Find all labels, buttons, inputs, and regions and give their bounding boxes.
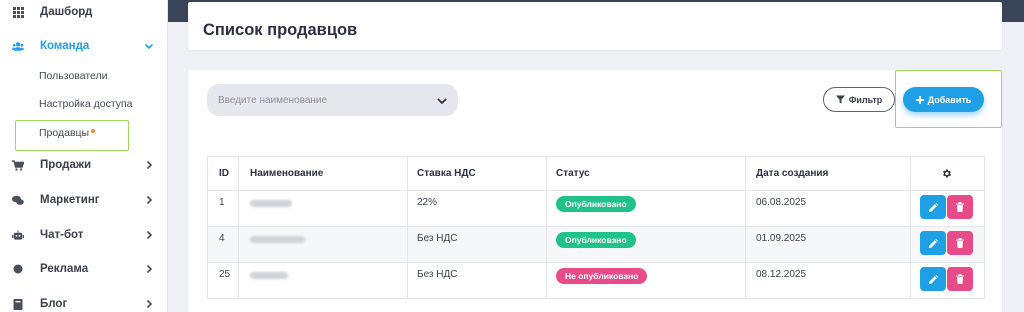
book-icon: [12, 298, 24, 310]
cell-id: 25: [219, 269, 231, 280]
search-select[interactable]: Введите наименование: [207, 84, 458, 116]
circle-icon: [12, 263, 24, 275]
chat-bubbles-icon: [12, 194, 24, 206]
cell-vat: Без НДС: [417, 233, 458, 244]
nav-label-marketing: Маркетинг: [40, 194, 100, 206]
cell-created: 06.08.2025: [756, 197, 807, 208]
nav-label-blog: Блог: [40, 298, 68, 310]
edit-button[interactable]: [920, 231, 946, 255]
nav-label-sales: Продажи: [40, 159, 92, 171]
search-placeholder: Введите наименование: [218, 94, 328, 106]
subnav-item-users[interactable]: Пользователи: [39, 70, 108, 82]
filter-icon: [835, 91, 845, 109]
nav-label-chatbot: Чат-бот: [40, 229, 84, 241]
nav-label-ads: Реклама: [40, 263, 89, 275]
page-header-card: Список продавцов: [188, 2, 1002, 50]
column-header-status: Статус: [556, 168, 590, 179]
nav-item-ads[interactable]: Реклама: [0, 252, 168, 286]
nav-item-dashboard[interactable]: Дашборд: [0, 0, 168, 29]
cell-vat: Без НДС: [417, 269, 458, 280]
page-title: Список продавцов: [203, 21, 358, 39]
add-button-label: Добавить: [927, 94, 972, 105]
delete-button[interactable]: [947, 195, 973, 219]
filter-button[interactable]: Фильтр: [823, 87, 895, 112]
chevron-right-icon: [144, 160, 154, 170]
active-dot-indicator: [91, 129, 95, 133]
status-badge: Опубликовано: [556, 196, 636, 212]
column-header-id: ID: [219, 168, 229, 179]
nav-item-marketing[interactable]: Маркетинг: [0, 183, 168, 217]
chevron-right-icon: [144, 230, 154, 240]
nav-item-sales[interactable]: Продажи: [0, 148, 168, 182]
add-button[interactable]: Добавить: [903, 87, 984, 112]
robot-icon: [12, 229, 24, 241]
chevron-right-icon: [144, 299, 154, 309]
status-badge: Опубликовано: [556, 232, 636, 248]
cell-name-redacted: [250, 227, 305, 262]
cell-name-redacted: [250, 263, 288, 298]
column-header-vat: Ставка НДС: [417, 168, 476, 179]
edit-button[interactable]: [920, 267, 946, 291]
delete-button[interactable]: [947, 231, 973, 255]
chevron-down-icon: [436, 94, 448, 112]
sellers-table: ID Наименование Ставка НДС Статус Дата с…: [207, 156, 985, 299]
table-row: 25 Без НДС Не опубликовано 08.12.2025: [208, 263, 984, 299]
subnav-item-sellers[interactable]: Продавцы: [39, 127, 89, 139]
cell-id: 4: [219, 233, 225, 244]
cell-created: 01.09.2025: [756, 233, 807, 244]
cell-status: Опубликовано: [556, 227, 636, 262]
nav-item-chatbot[interactable]: Чат-бот: [0, 218, 168, 252]
sidebar: Дашборд Команда Пользователи Настройка д…: [0, 0, 168, 312]
table-row: 1 22% Опубликовано 06.08.2025: [208, 191, 984, 227]
chevron-right-icon: [144, 195, 154, 205]
delete-button[interactable]: [947, 267, 973, 291]
nav-label-dashboard: Дашборд: [40, 6, 93, 18]
gear-icon[interactable]: [941, 157, 952, 190]
column-header-name: Наименование: [250, 168, 324, 179]
status-badge: Не опубликовано: [556, 268, 648, 284]
grid-icon: [12, 6, 24, 18]
cart-icon: [12, 159, 24, 171]
cell-vat: 22%: [417, 197, 438, 208]
plus-icon: [915, 91, 924, 109]
nav-item-team[interactable]: Команда: [0, 29, 168, 63]
users-icon: [12, 40, 24, 52]
cell-name-redacted: [250, 191, 292, 226]
nav-item-blog[interactable]: Блог: [0, 287, 168, 312]
chevron-right-icon: [144, 264, 154, 274]
table-header-row: ID Наименование Ставка НДС Статус Дата с…: [208, 157, 984, 191]
chevron-down-icon: [144, 41, 154, 51]
nav-label-team: Команда: [40, 40, 90, 52]
cell-created: 08.12.2025: [756, 269, 807, 280]
cell-id: 1: [219, 197, 225, 208]
column-header-created: Дата создания: [756, 168, 829, 179]
table-row: 4 Без НДС Опубликовано 01.09.2025: [208, 227, 984, 263]
subnav-item-access[interactable]: Настройка доступа: [39, 98, 133, 110]
cell-status: Не опубликовано: [556, 263, 648, 298]
filter-button-label: Фильтр: [848, 94, 883, 105]
cell-status: Опубликовано: [556, 191, 636, 226]
edit-button[interactable]: [920, 195, 946, 219]
